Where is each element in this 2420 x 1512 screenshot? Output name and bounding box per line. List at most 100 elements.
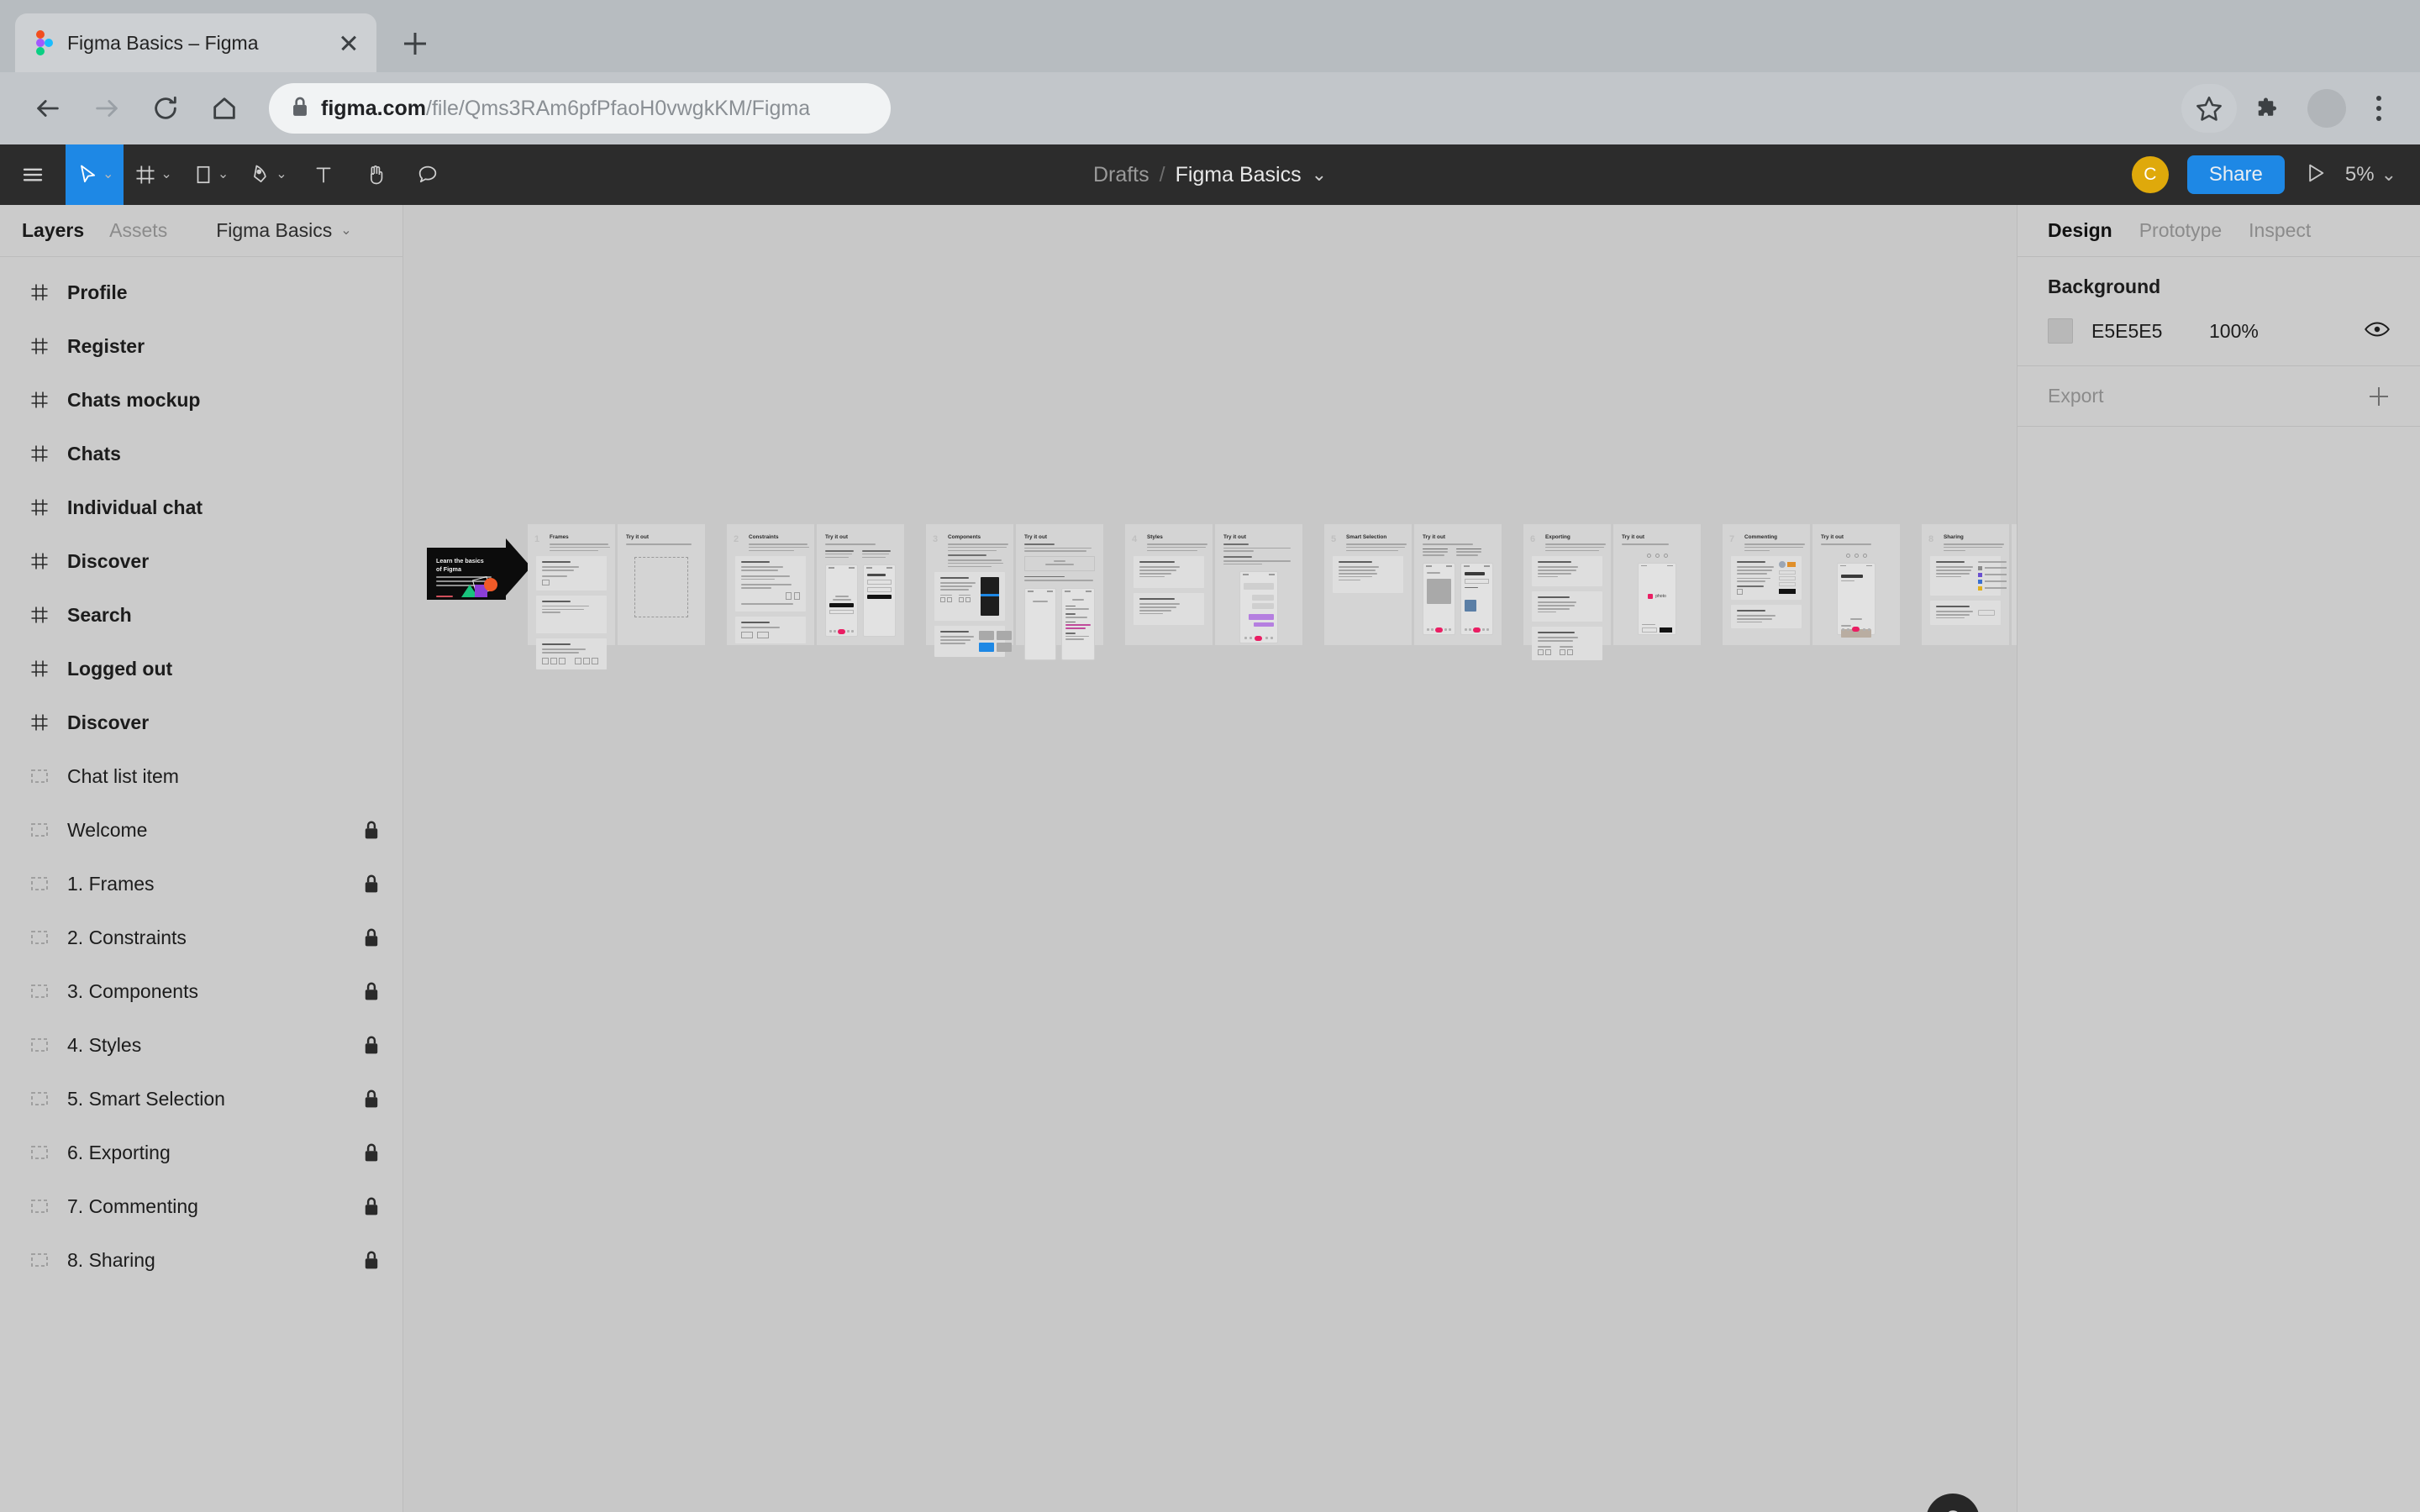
section-constraints[interactable]: 2 Constraints Try it out <box>727 524 904 645</box>
section-tryit-page[interactable]: Try it out <box>1812 524 1900 645</box>
design-canvas[interactable]: Learn the basics of Figma 1 Frames Try i… <box>403 205 2017 1512</box>
section-smart-selection[interactable]: 5 Smart Selection Try it out <box>1324 524 1502 645</box>
layer-row[interactable]: 4. Styles <box>0 1018 402 1072</box>
breadcrumb-parent[interactable]: Drafts <box>1093 163 1150 187</box>
lock-icon[interactable] <box>362 1034 381 1056</box>
layer-row[interactable]: Register <box>0 319 402 373</box>
section-tryit-page[interactable]: Try it out <box>2012 524 2017 645</box>
layer-row[interactable]: 2. Constraints <box>0 911 402 964</box>
layer-row[interactable]: 6. Exporting <box>0 1126 402 1179</box>
section-tryit-page[interactable]: Try it out <box>1414 524 1502 645</box>
chevron-down-icon[interactable]: ⌄ <box>1312 165 1327 184</box>
lock-icon[interactable] <box>362 980 381 1002</box>
puzzle-icon[interactable] <box>2242 82 2294 134</box>
lock-icon[interactable] <box>362 927 381 948</box>
chevron-down-icon[interactable]: ⌄ <box>160 168 171 181</box>
tab-layers[interactable]: Layers <box>22 219 84 242</box>
back-arrow-icon[interactable] <box>22 82 74 134</box>
lock-icon[interactable] <box>362 819 381 841</box>
star-icon[interactable] <box>2181 84 2237 133</box>
forward-arrow-icon[interactable] <box>81 82 133 134</box>
hamburger-menu-icon[interactable] <box>0 144 66 205</box>
lock-icon[interactable] <box>362 1142 381 1163</box>
section-lesson-page[interactable]: 6 Exporting <box>1523 524 1611 660</box>
shape-tool[interactable]: ⌄ <box>182 144 239 205</box>
kebab-menu-icon[interactable] <box>2360 84 2398 133</box>
lock-icon[interactable] <box>362 1195 381 1217</box>
layer-row[interactable]: Individual chat <box>0 480 402 534</box>
background-hex-value[interactable]: E5E5E5 <box>2091 320 2209 343</box>
lock-icon[interactable] <box>362 1249 381 1271</box>
layer-row[interactable]: Chats <box>0 427 402 480</box>
section-lesson-page[interactable]: 1 Frames <box>528 524 615 669</box>
section-lesson-page[interactable]: 4 Styles <box>1125 524 1213 645</box>
chevron-down-icon[interactable]: ⌄ <box>2381 165 2396 184</box>
tab-inspect[interactable]: Inspect <box>2249 219 2311 242</box>
plus-icon[interactable] <box>2368 386 2390 407</box>
section-lesson-page[interactable]: 5 Smart Selection <box>1324 524 1412 645</box>
section-frames[interactable]: 1 Frames Try it out <box>528 524 705 669</box>
browser-tab[interactable]: Figma Basics – Figma <box>15 13 376 72</box>
section-lesson-page[interactable]: 7 Commenting <box>1723 524 1810 645</box>
eye-icon[interactable] <box>2365 320 2390 343</box>
text-tool[interactable] <box>297 144 350 205</box>
layer-row[interactable]: Welcome <box>0 803 402 857</box>
color-swatch[interactable] <box>2048 318 2073 344</box>
new-tab-button[interactable] <box>392 20 439 67</box>
section-tryit-page[interactable]: Try it out <box>1016 524 1103 660</box>
hero-card[interactable]: Learn the basics of Figma <box>427 538 531 600</box>
section-commenting[interactable]: 7 Commenting Try it out <box>1723 524 1900 645</box>
layer-row[interactable]: 8. Sharing <box>0 1233 402 1287</box>
breadcrumb-current[interactable]: Figma Basics <box>1176 163 1302 187</box>
layer-row[interactable]: Search <box>0 588 402 642</box>
avatar[interactable]: C <box>2131 156 2169 193</box>
layer-name: Welcome <box>67 818 148 841</box>
section-lesson-page[interactable]: 3 Components <box>926 524 1013 658</box>
lock-icon[interactable] <box>362 1088 381 1110</box>
layer-row[interactable]: Discover <box>0 534 402 588</box>
layer-row[interactable]: 7. Commenting <box>0 1179 402 1233</box>
section-sharing[interactable]: 8 Sharing <box>1922 524 2017 645</box>
layer-row[interactable]: 5. Smart Selection <box>0 1072 402 1126</box>
avatar-icon[interactable] <box>2307 89 2346 128</box>
page-selector[interactable]: Figma Basics ⌄ <box>216 219 351 242</box>
tab-design[interactable]: Design <box>2048 219 2112 242</box>
layer-row[interactable]: Profile <box>0 265 402 319</box>
tab-assets[interactable]: Assets <box>109 219 167 242</box>
frame-tool[interactable]: ⌄ <box>124 144 182 205</box>
address-bar[interactable]: figma.com/file/Qms3RAm6pfPfaoH0vwgkKM/Fi… <box>269 83 891 134</box>
section-tryit-page[interactable]: Try it out photo <box>1613 524 1701 645</box>
layer-row[interactable]: 1. Frames <box>0 857 402 911</box>
phone-mockup <box>825 564 858 638</box>
share-button[interactable]: Share <box>2186 155 2285 194</box>
hand-tool[interactable] <box>350 144 402 205</box>
section-tryit-page[interactable]: Try it out <box>817 524 904 645</box>
section-exporting[interactable]: 6 Exporting Try it out photo <box>1523 524 1701 660</box>
tab-prototype[interactable]: Prototype <box>2139 219 2222 242</box>
background-opacity-value[interactable]: 100% <box>2209 320 2259 343</box>
chevron-down-icon[interactable]: ⌄ <box>103 168 113 181</box>
play-icon[interactable] <box>2303 161 2327 189</box>
layer-row[interactable]: Logged out <box>0 642 402 696</box>
section-lesson-page[interactable]: 2 Constraints <box>727 524 814 645</box>
layer-row[interactable]: Chat list item <box>0 749 402 803</box>
layer-row[interactable]: Discover <box>0 696 402 749</box>
reload-icon[interactable] <box>139 82 192 134</box>
chevron-down-icon[interactable]: ⌄ <box>276 168 287 181</box>
section-tryit-page[interactable]: Try it out <box>618 524 705 645</box>
help-button[interactable]: ? <box>1926 1494 1980 1512</box>
home-icon[interactable] <box>198 82 250 134</box>
section-tryit-page[interactable]: Try it out <box>1215 524 1302 645</box>
chevron-down-icon[interactable]: ⌄ <box>218 168 229 181</box>
move-tool[interactable]: ⌄ <box>66 144 124 205</box>
section-components[interactable]: 3 Components Try it out <box>926 524 1103 660</box>
section-lesson-page[interactable]: 8 Sharing <box>1922 524 2009 645</box>
layer-row[interactable]: 3. Components <box>0 964 402 1018</box>
layer-row[interactable]: Chats mockup <box>0 373 402 427</box>
pen-tool[interactable]: ⌄ <box>239 144 297 205</box>
lock-icon[interactable] <box>362 873 381 895</box>
comment-tool[interactable] <box>402 144 454 205</box>
section-styles[interactable]: 4 Styles Try it out <box>1125 524 1302 645</box>
close-icon[interactable] <box>336 30 361 55</box>
zoom-control[interactable]: 5% ⌄ <box>2345 163 2396 186</box>
